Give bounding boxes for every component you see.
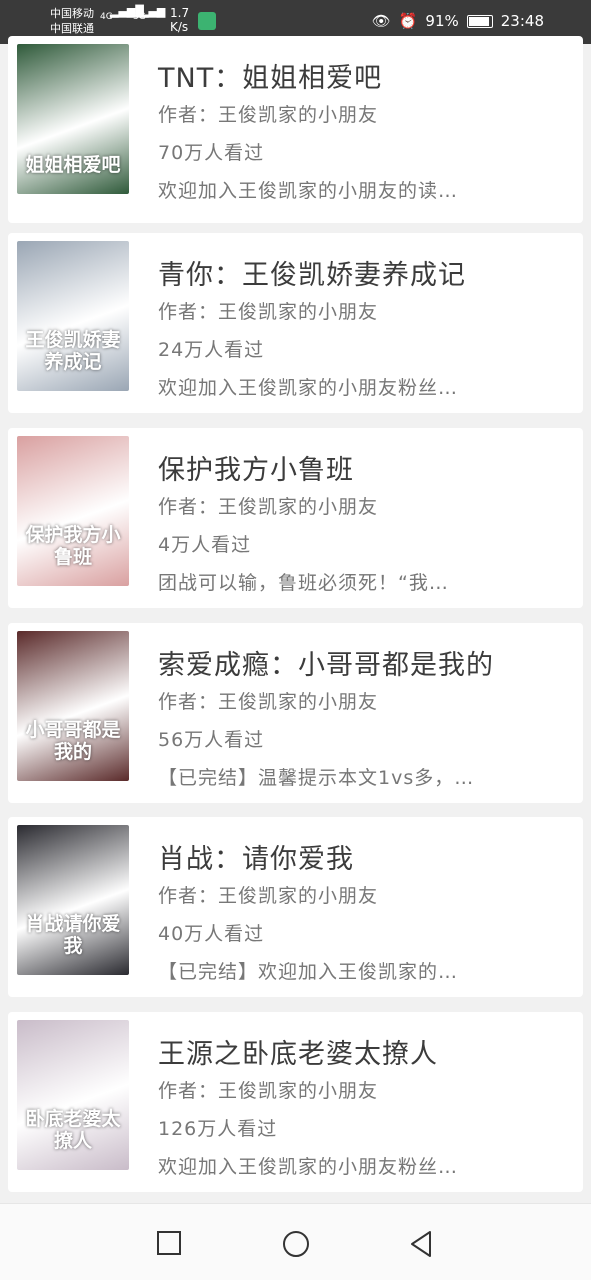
signal-2-icon: ▂▄▆ [140,5,166,18]
book-author: 作者：王俊凯家的小朋友 [158,301,379,323]
back-icon[interactable] [408,1230,434,1258]
cover-title: 姐姐相爱吧 [25,154,121,176]
book-title[interactable]: 肖战：请你爱我 [158,837,354,876]
cover-title: 小哥哥都是我的 [25,719,121,763]
book-views: 24万人看过 [158,339,265,361]
clock: 23:48 [500,12,544,30]
book-cover[interactable]: 肖战请你爱我 [17,825,129,975]
book-cover[interactable]: 姐姐相爱吧 [17,44,129,194]
book-description: 【已完结】欢迎加入王俊凯家的… [158,961,459,983]
book-author: 作者：王俊凯家的小朋友 [158,496,379,518]
cover-title: 保护我方小鲁班 [25,524,121,568]
book-views: 56万人看过 [158,729,265,751]
book-description: 欢迎加入王俊凯家的小朋友的读… [158,180,459,202]
book-author: 作者：王俊凯家的小朋友 [158,1080,379,1102]
book-views: 126万人看过 [158,1118,278,1140]
book-description: 欢迎加入王俊凯家的小朋友粉丝… [158,1156,459,1178]
book-title[interactable]: TNT：姐姐相爱吧 [158,56,382,95]
book-card[interactable]: 小哥哥都是我的 索爱成瘾：小哥哥都是我的 作者：王俊凯家的小朋友 56万人看过 … [8,623,583,803]
book-title[interactable]: 王源之卧底老婆太撩人 [158,1032,438,1071]
speed-unit: K/s [170,20,189,34]
cover-title: 王俊凯娇妻养成记 [25,329,121,373]
book-title[interactable]: 索爱成瘾：小哥哥都是我的 [158,643,494,682]
cover-title: 肖战请你爱我 [25,913,121,957]
book-card[interactable]: 卧底老婆太撩人 王源之卧底老婆太撩人 作者：王俊凯家的小朋友 126万人看过 欢… [8,1012,583,1192]
book-description: 欢迎加入王俊凯家的小朋友粉丝… [158,377,459,399]
book-author: 作者：王俊凯家的小朋友 [158,691,379,713]
book-title[interactable]: 青你：王俊凯娇妻养成记 [158,253,466,292]
carrier-info: 中国移动 中国联通 [50,6,94,36]
book-cover[interactable]: 小哥哥都是我的 [17,631,129,781]
network-speed: 1.7 K/s [170,6,189,34]
book-views: 4万人看过 [158,534,252,556]
cover-title: 卧底老婆太撩人 [25,1108,121,1152]
book-author: 作者：王俊凯家的小朋友 [158,885,379,907]
book-views: 40万人看过 [158,923,265,945]
book-cover[interactable]: 保护我方小鲁班 [17,436,129,586]
book-card[interactable]: 姐姐相爱吧 TNT：姐姐相爱吧 作者：王俊凯家的小朋友 70万人看过 欢迎加入王… [8,36,583,223]
carrier-2: 中国联通 [50,22,94,35]
book-description: 团战可以输，鲁班必须死！“我… [158,572,449,594]
book-cover[interactable]: 卧底老婆太撩人 [17,1020,129,1170]
book-title[interactable]: 保护我方小鲁班 [158,448,354,487]
carrier-1: 中国移动 [50,7,94,20]
wechat-icon [198,12,216,30]
recents-icon[interactable] [156,1230,182,1256]
alarm-icon: ⏰ [398,12,418,30]
book-views: 70万人看过 [158,142,265,164]
book-cover[interactable]: 王俊凯娇妻养成记 [17,241,129,391]
book-card[interactable]: 保护我方小鲁班 保护我方小鲁班 作者：王俊凯家的小朋友 4万人看过 团战可以输，… [8,428,583,608]
home-icon[interactable] [282,1230,310,1258]
book-description: 【已完结】温馨提示本文1vs多，… [158,767,475,789]
battery-percent: 91% [425,12,459,30]
battery-icon [466,14,493,28]
speed-value: 1.7 [170,6,190,20]
book-author: 作者：王俊凯家的小朋友 [158,104,379,126]
navigation-bar [0,1203,591,1280]
book-card[interactable]: 王俊凯娇妻养成记 青你：王俊凯娇妻养成记 作者：王俊凯家的小朋友 24万人看过 … [8,233,583,413]
eye-icon: 👁 [371,12,391,30]
book-card[interactable]: 肖战请你爱我 肖战：请你爱我 作者：王俊凯家的小朋友 40万人看过 【已完结】欢… [8,817,583,997]
